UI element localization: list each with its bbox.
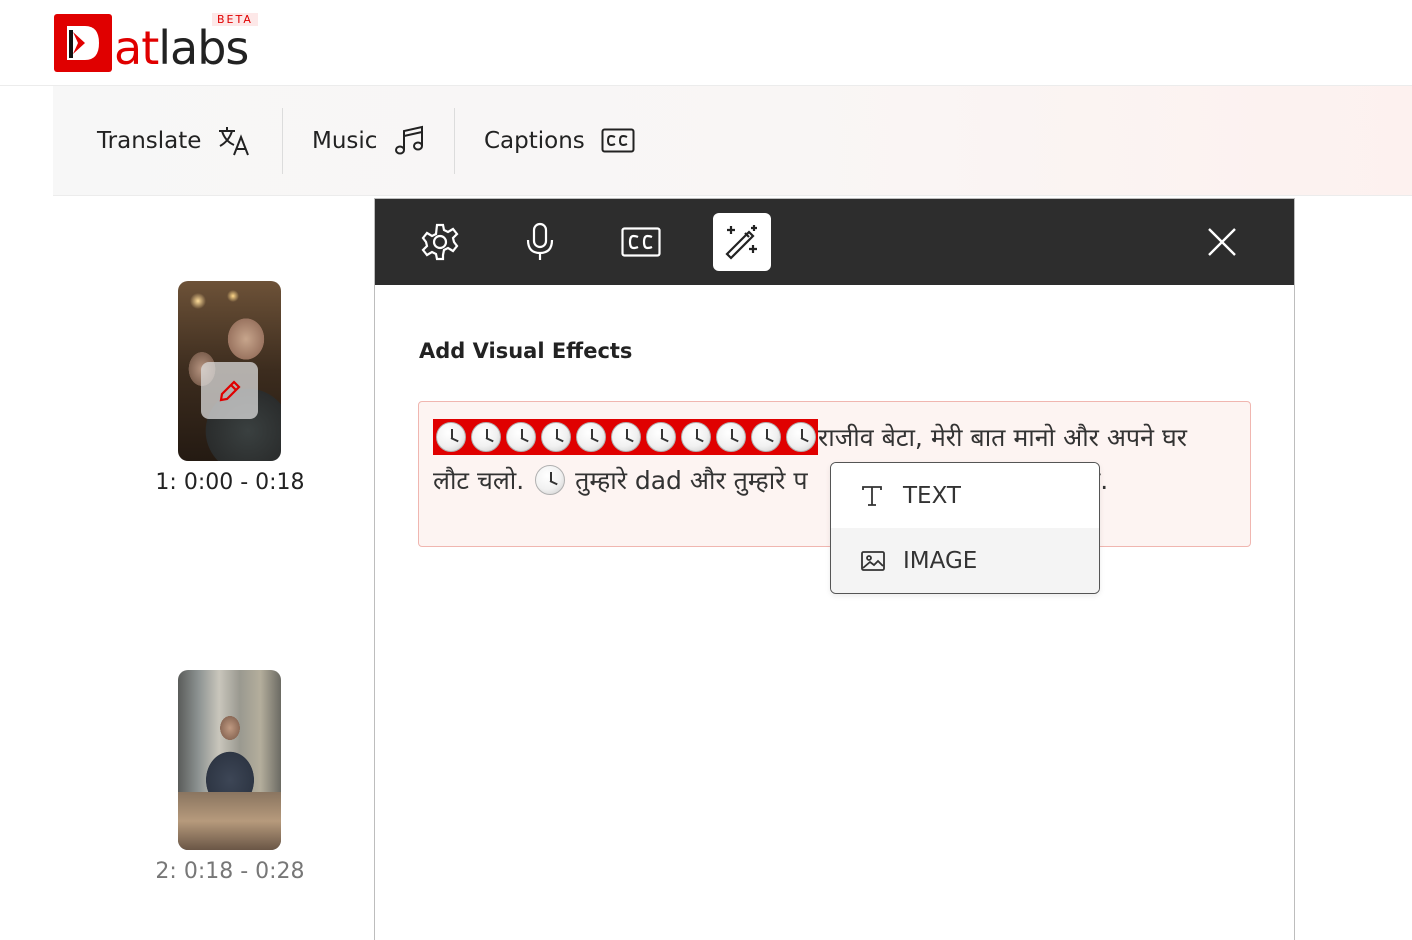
section-title: Add Visual Effects bbox=[419, 339, 633, 363]
menu-item-image-label: IMAGE bbox=[903, 547, 978, 574]
captions-tab[interactable] bbox=[612, 213, 670, 271]
toolbar-divider bbox=[282, 108, 283, 174]
pencil-icon bbox=[219, 379, 241, 401]
app-header: atlabs BETA bbox=[0, 0, 1412, 86]
music-note-icon bbox=[395, 125, 424, 155]
translate-icon bbox=[219, 127, 250, 156]
translate-label: Translate bbox=[97, 128, 202, 154]
captions-label: Captions bbox=[484, 128, 585, 154]
microphone-icon bbox=[526, 222, 554, 260]
closed-captions-icon bbox=[601, 128, 635, 153]
logo-mark-icon bbox=[54, 14, 112, 72]
logo-text: atlabs bbox=[114, 21, 249, 75]
scene-thumbnail-2[interactable] bbox=[178, 670, 281, 850]
menu-item-text-label: TEXT bbox=[903, 482, 961, 509]
editor-tab-bar bbox=[375, 199, 1294, 285]
timing-marker-icon[interactable] bbox=[436, 422, 466, 452]
logo-text-part2: labs bbox=[158, 21, 249, 75]
timing-marker-icon[interactable] bbox=[786, 422, 816, 452]
image-icon bbox=[861, 550, 885, 571]
timing-marker-icon[interactable] bbox=[751, 422, 781, 452]
feature-toolbar: Translate Music Captions bbox=[53, 86, 1412, 196]
translate-button[interactable]: Translate bbox=[97, 110, 251, 172]
scene-label-1: 1: 0:00 - 0:18 bbox=[155, 470, 305, 495]
script-line-2: लौट चलो. तुम्हारे dad और तुम्हारे प bbox=[433, 462, 808, 500]
logo-text-part1: at bbox=[114, 21, 159, 75]
timing-marker-icon[interactable] bbox=[716, 422, 746, 452]
timing-marker-icon[interactable] bbox=[535, 465, 566, 495]
magic-wand-icon bbox=[725, 225, 757, 260]
timing-marker-icon[interactable] bbox=[576, 422, 606, 452]
music-button[interactable]: Music bbox=[312, 110, 425, 172]
effect-type-menu: TEXT IMAGE bbox=[830, 462, 1100, 594]
scene-image-detail bbox=[178, 792, 281, 850]
script-line-1: राजीव बेटा, मेरी बात मानो और अपने घर bbox=[433, 419, 1187, 457]
timing-marker-icon[interactable] bbox=[471, 422, 501, 452]
menu-item-image[interactable]: IMAGE bbox=[831, 528, 1099, 593]
script-line-2-start: लौट चलो. bbox=[433, 466, 525, 495]
script-line-2-mid: तुम्हारे dad और तुम्हारे प bbox=[575, 466, 808, 495]
timing-marker-icon[interactable] bbox=[611, 422, 641, 452]
scene-label-2: 2: 0:18 - 0:28 bbox=[155, 859, 305, 884]
visual-effects-tab[interactable] bbox=[713, 213, 771, 271]
menu-item-text[interactable]: TEXT bbox=[831, 463, 1099, 528]
selected-timing-markers[interactable] bbox=[433, 419, 818, 455]
scene-thumbnail-1[interactable] bbox=[178, 281, 281, 461]
beta-badge: BETA bbox=[212, 13, 258, 26]
script-line-1-text: राजीव बेटा, मेरी बात मानो और अपने घर bbox=[818, 423, 1187, 452]
editor-panel: Add Visual Effects राजीव बेटा, मेरी बात … bbox=[374, 198, 1295, 940]
timing-marker-icon[interactable] bbox=[506, 422, 536, 452]
text-type-icon bbox=[862, 485, 882, 506]
close-icon bbox=[1208, 228, 1236, 256]
timing-marker-icon[interactable] bbox=[681, 422, 711, 452]
toolbar-divider bbox=[454, 108, 455, 174]
edit-scene-button[interactable] bbox=[201, 362, 258, 419]
closed-captions-icon bbox=[621, 227, 661, 257]
music-label: Music bbox=[312, 128, 378, 154]
gear-icon bbox=[421, 223, 459, 261]
timing-marker-icon[interactable] bbox=[646, 422, 676, 452]
settings-tab[interactable] bbox=[411, 213, 469, 271]
voice-tab[interactable] bbox=[511, 213, 569, 271]
close-editor-button[interactable] bbox=[1193, 213, 1251, 271]
captions-button[interactable]: Captions bbox=[484, 110, 635, 172]
timing-marker-icon[interactable] bbox=[541, 422, 571, 452]
